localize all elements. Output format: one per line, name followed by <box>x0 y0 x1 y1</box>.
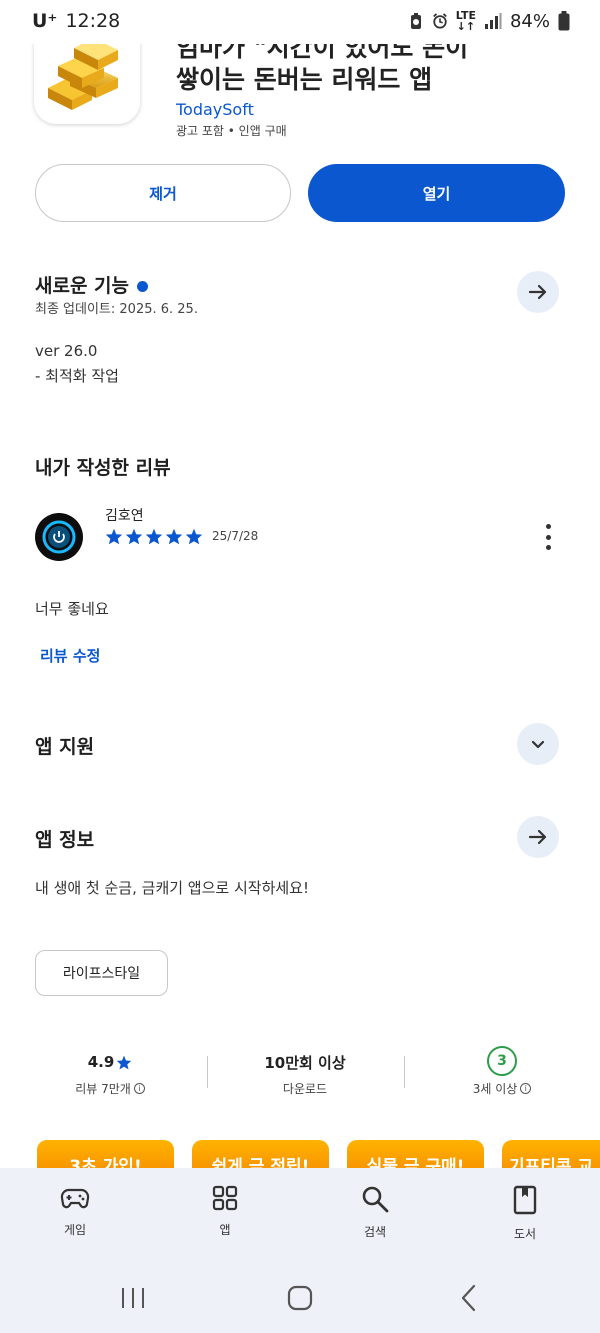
battery-percent: 84% <box>509 10 550 32</box>
category-chip[interactable]: 라이프스타일 <box>35 950 168 996</box>
nav-label: 게임 <box>63 1223 87 1237</box>
search-icon <box>362 1186 389 1213</box>
app-meta: 광고 포함 • 인앱 구매 <box>176 124 287 138</box>
version-text: ver 26.0 <box>35 342 98 360</box>
rating-value-row: 4.9 <box>40 1050 180 1074</box>
nav-label: 도서 <box>513 1227 537 1241</box>
info-icon[interactable]: i <box>520 1083 532 1094</box>
open-button[interactable]: 열기 <box>308 164 565 222</box>
last-updated: 최종 업데이트: 2025. 6. 25. <box>35 302 198 317</box>
rating-stars <box>105 528 203 545</box>
review-text: 너무 좋네요 <box>35 600 109 618</box>
app-info-title: 앱 정보 <box>35 829 95 851</box>
remove-button[interactable]: 제거 <box>35 164 291 222</box>
book-icon <box>513 1185 537 1215</box>
reviewer-name: 김호연 <box>105 508 144 524</box>
status-bar: U⁺ 12:28 LTE ↓↑ 84% <box>0 0 600 44</box>
arrow-right-icon <box>528 284 547 300</box>
age-rating-badge: 3 <box>487 1046 517 1076</box>
star-icon <box>117 1055 132 1069</box>
star-icon <box>165 528 183 545</box>
whats-new-title: 새로운 기능 <box>35 275 130 297</box>
developer-link[interactable]: TodaySoft <box>176 100 254 119</box>
downloads-label: 다운로드 <box>282 1082 328 1096</box>
star-icon <box>185 528 203 545</box>
age-badge-wrap: 3 <box>432 1046 572 1076</box>
alarm-icon <box>432 13 447 29</box>
app-support-title: 앱 지원 <box>35 736 95 758</box>
divider <box>207 1056 208 1088</box>
back-icon <box>461 1284 476 1312</box>
nav-item-apps[interactable]: 앱 <box>185 1185 265 1238</box>
dot-icon <box>545 545 551 550</box>
age-rating-stat: 3 3세 이상 i <box>432 1046 572 1097</box>
gamepad-icon <box>60 1188 90 1209</box>
network-label: LTE <box>455 9 476 22</box>
status-left: U⁺ 12:28 <box>32 10 120 32</box>
app-info-arrow-button[interactable] <box>517 816 559 858</box>
star-icon <box>105 528 123 545</box>
edit-review-link[interactable]: 리뷰 수정 <box>40 645 100 666</box>
release-note: - 최적화 작업 <box>35 367 119 385</box>
avatar <box>35 513 83 561</box>
nav-item-games[interactable]: 게임 <box>35 1185 115 1238</box>
star-icon <box>125 528 143 545</box>
app-title: 쌓이는 돈버는 리워드 앱 <box>176 65 433 94</box>
nav-item-books[interactable]: 도서 <box>485 1185 565 1242</box>
dot-icon <box>545 534 551 540</box>
rating-label: 리뷰 7만개 <box>75 1082 131 1096</box>
info-icon[interactable]: i <box>133 1083 145 1094</box>
whats-new-heading: 새로운 기능 <box>35 271 149 298</box>
nav-label: 검색 <box>363 1225 387 1239</box>
nav-item-search[interactable]: 검색 <box>335 1185 415 1240</box>
back-button[interactable] <box>456 1278 482 1318</box>
divider <box>404 1056 405 1088</box>
whats-new-arrow-button[interactable] <box>517 271 559 313</box>
carrier-label: U⁺ <box>32 10 58 32</box>
star-icon <box>145 528 163 545</box>
downloads-value: 10만회 이상 <box>264 1053 346 1072</box>
recent-apps-button[interactable] <box>118 1278 148 1318</box>
chevron-down-icon <box>531 740 545 749</box>
network-type: LTE ↓↑ <box>455 9 476 33</box>
home-button[interactable] <box>284 1278 316 1318</box>
recycle-icon <box>410 13 421 29</box>
nav-label: 앱 <box>219 1223 231 1237</box>
power-logo-icon <box>42 520 76 554</box>
rating-stat: 4.9 리뷰 7만개 i <box>40 1050 180 1097</box>
apps-grid-icon <box>212 1185 238 1211</box>
new-indicator-dot <box>137 281 149 292</box>
battery-icon <box>558 11 570 31</box>
app-support-expand-button[interactable] <box>517 723 559 765</box>
rating-value: 4.9 <box>87 1053 115 1071</box>
downloads-stat: 10만회 이상 다운로드 <box>235 1050 375 1097</box>
status-right: LTE ↓↑ 84% <box>408 10 570 32</box>
age-label: 3세 이상 <box>472 1082 518 1096</box>
recents-icon <box>122 1288 144 1308</box>
more-options-button[interactable] <box>538 522 558 552</box>
clock: 12:28 <box>65 10 121 32</box>
rating-label-row: 리뷰 7만개 i <box>40 1080 180 1097</box>
app-description: 내 생애 첫 순금, 금캐기 앱으로 시작하세요! <box>35 879 309 897</box>
review-date: 25/7/28 <box>212 529 259 543</box>
signal-icon <box>484 13 502 29</box>
dot-icon <box>545 524 551 529</box>
arrow-right-icon <box>528 829 547 845</box>
age-label-row: 3세 이상 i <box>432 1080 572 1097</box>
my-review-title: 내가 작성한 리뷰 <box>35 457 171 479</box>
home-icon <box>287 1285 313 1311</box>
